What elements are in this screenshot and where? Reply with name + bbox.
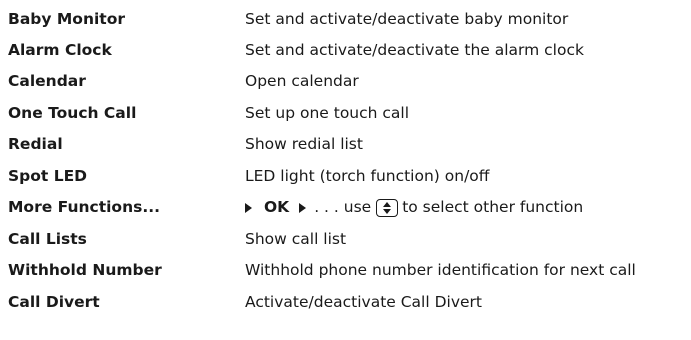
function-table: Baby Monitor Set and activate/deactivate…: [0, 0, 691, 340]
function-name: More Functions...: [8, 197, 160, 216]
table-row: Alarm Clock Set and activate/deactivate …: [0, 35, 691, 66]
function-description: Set up one touch call: [245, 103, 410, 122]
function-name: Redial: [8, 134, 63, 153]
table-row: Redial Show redial list: [0, 129, 691, 160]
function-name: Baby Monitor: [8, 9, 125, 28]
function-description: Set and activate/deactivate baby monitor: [245, 9, 569, 28]
function-name: Withhold Number: [8, 260, 162, 279]
ellipsis-use-text: . . . use: [314, 197, 372, 216]
table-row: Calendar Open calendar: [0, 66, 691, 97]
table-row: Withhold Number Withhold phone number id…: [0, 255, 691, 286]
function-description: Set and activate/deactivate the alarm cl…: [245, 40, 584, 59]
select-other-function-text: to select other function: [402, 197, 584, 216]
function-description: LED light (torch function) on/off: [245, 166, 490, 185]
right-triangle-icon: [299, 202, 307, 213]
function-description: Show redial list: [245, 134, 363, 153]
table-row: Spot LED LED light (torch function) on/o…: [0, 161, 691, 192]
ok-key-label: OK: [264, 197, 290, 216]
table-row: Baby Monitor Set and activate/deactivate…: [0, 4, 691, 35]
table-row: More Functions... OK . . . use to select…: [0, 192, 691, 223]
function-name: Call Lists: [8, 229, 87, 248]
right-triangle-icon: [245, 202, 252, 213]
function-name: One Touch Call: [8, 103, 137, 122]
function-description: Withhold phone number identification for…: [245, 260, 636, 279]
function-description: Open calendar: [245, 71, 359, 90]
function-description: Activate/deactivate Call Divert: [245, 292, 482, 311]
function-description: OK . . . use to select other function: [245, 197, 584, 217]
table-row: Call Divert Activate/deactivate Call Div…: [0, 287, 691, 318]
table-row: One Touch Call Set up one touch call: [0, 98, 691, 129]
function-name: Alarm Clock: [8, 40, 112, 59]
function-description: Show call list: [245, 229, 347, 248]
function-name: Call Divert: [8, 292, 100, 311]
navigation-key-up-down-icon: [376, 198, 399, 217]
function-name: Spot LED: [8, 166, 88, 185]
function-name: Calendar: [8, 71, 86, 90]
table-row: Call Lists Show call list: [0, 224, 691, 255]
